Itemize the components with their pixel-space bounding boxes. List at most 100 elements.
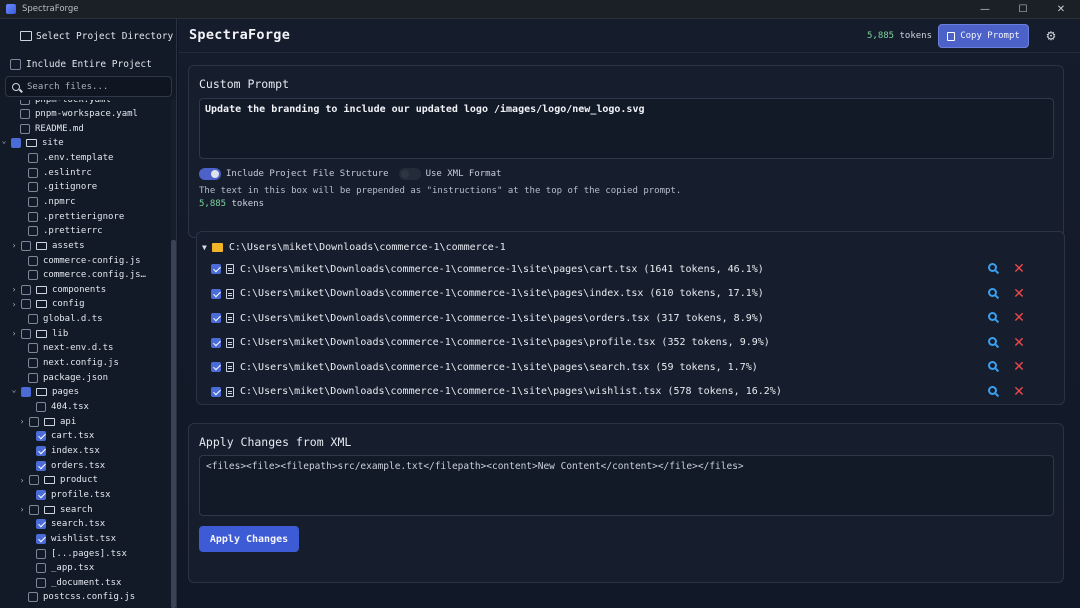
tree-checkbox[interactable]: [28, 167, 38, 178]
file-checkbox[interactable]: [211, 264, 221, 274]
tree-folder[interactable]: › components: [10, 283, 106, 297]
tree-folder[interactable]: › api: [18, 415, 76, 429]
custom-prompt-textarea[interactable]: Update the branding to include our updat…: [199, 98, 1054, 159]
file-checkbox[interactable]: [211, 337, 221, 348]
tree-file[interactable]: .npmrc: [28, 195, 76, 209]
tree-folder[interactable]: › lib: [10, 327, 68, 341]
chevron-down-icon[interactable]: ⌄: [0, 136, 8, 145]
preview-icon[interactable]: [988, 287, 997, 297]
tree-checkbox[interactable]: [28, 211, 38, 222]
tree-folder[interactable]: › search: [18, 503, 93, 517]
tree-file[interactable]: commerce.config.json: [28, 268, 147, 282]
sidebar-scrollbar[interactable]: [171, 100, 176, 608]
tree-file[interactable]: next.config.js: [28, 356, 119, 370]
tree-folder[interactable]: › config: [10, 297, 85, 311]
tree-folder[interactable]: › product: [18, 473, 98, 487]
chevron-right-icon[interactable]: ›: [18, 476, 26, 485]
tree-file[interactable]: wishlist.tsx: [36, 532, 116, 546]
select-directory-button[interactable]: Select Project Directory: [20, 27, 197, 45]
tree-checkbox[interactable]: [21, 299, 31, 310]
gear-icon[interactable]: ⚙: [1044, 29, 1058, 43]
tree-file[interactable]: postcss.config.js: [28, 590, 135, 604]
tree-file[interactable]: .eslintrc: [28, 166, 92, 180]
tree-checkbox[interactable]: [28, 196, 38, 207]
tree-file[interactable]: _document.tsx: [36, 576, 121, 590]
remove-icon[interactable]: ✕: [1012, 262, 1026, 276]
xml-textarea[interactable]: <files><file><filepath>src/example.txt</…: [199, 455, 1054, 516]
tree-file[interactable]: global.d.ts: [28, 312, 103, 326]
preview-icon[interactable]: [988, 385, 997, 395]
tree-file[interactable]: .prettierignore: [28, 210, 124, 224]
tree-file[interactable]: _app.tsx: [36, 561, 94, 575]
preview-icon[interactable]: [988, 336, 997, 346]
tree-folder[interactable]: ⌄ pages: [10, 385, 79, 399]
chevron-right-icon[interactable]: ›: [10, 241, 18, 250]
tree-file[interactable]: .gitignore: [28, 180, 97, 194]
tree-checkbox[interactable]: [36, 431, 46, 442]
preview-icon[interactable]: [988, 361, 997, 370]
maximize-button[interactable]: ☐: [1004, 0, 1042, 19]
tree-checkbox[interactable]: [29, 475, 39, 486]
collapse-triangle-icon[interactable]: ▼: [202, 243, 207, 252]
tree-file[interactable]: next-env.d.ts: [28, 341, 113, 355]
tree-checkbox[interactable]: [36, 489, 46, 500]
apply-changes-button[interactable]: Apply Changes: [199, 526, 299, 552]
tree-checkbox[interactable]: [28, 182, 38, 193]
xml-format-toggle[interactable]: [398, 168, 421, 180]
search-input[interactable]: [27, 81, 167, 92]
tree-file[interactable]: 404.tsx: [36, 400, 89, 414]
include-structure-toggle[interactable]: [199, 168, 221, 180]
tree-checkbox[interactable]: [36, 563, 46, 574]
tree-checkbox[interactable]: [28, 270, 38, 281]
tree-checkbox[interactable]: [28, 255, 38, 266]
tree-checkbox[interactable]: [20, 100, 30, 105]
file-checkbox[interactable]: [211, 288, 221, 299]
tree-file[interactable]: orders.tsx: [36, 459, 105, 473]
tree-checkbox[interactable]: [20, 109, 30, 119]
tree-file[interactable]: cart.tsx: [36, 429, 94, 443]
file-checkbox[interactable]: [211, 386, 221, 397]
file-checkbox[interactable]: [211, 313, 221, 323]
tree-checkbox[interactable]: [36, 577, 46, 588]
tree-file[interactable]: [...pages].tsx: [36, 547, 127, 561]
tree-checkbox[interactable]: [21, 284, 31, 295]
tree-file[interactable]: package.json: [28, 371, 108, 385]
tree-folder[interactable]: ⌄ site: [0, 136, 64, 150]
tree-file[interactable]: profile.tsx: [36, 488, 111, 502]
tree-file[interactable]: README.md: [20, 122, 84, 136]
tree-checkbox[interactable]: [28, 343, 38, 354]
tree-file[interactable]: .prettierrc: [28, 224, 103, 238]
preview-icon[interactable]: [988, 263, 997, 272]
tree-checkbox[interactable]: [28, 226, 38, 237]
tree-file[interactable]: search.tsx: [36, 517, 105, 531]
tree-file[interactable]: commerce-config.js: [28, 254, 141, 268]
tree-checkbox[interactable]: [20, 123, 30, 134]
chevron-right-icon[interactable]: ›: [10, 329, 18, 338]
chevron-right-icon[interactable]: ›: [18, 505, 26, 514]
remove-icon[interactable]: ✕: [1012, 311, 1026, 325]
file-checkbox[interactable]: [211, 362, 221, 372]
tree-checkbox[interactable]: [28, 592, 38, 603]
tree-checkbox[interactable]: [28, 314, 38, 325]
tree-checkbox[interactable]: [36, 533, 46, 544]
tree-checkbox[interactable]: [11, 138, 21, 149]
chevron-right-icon[interactable]: ›: [18, 417, 26, 426]
tree-file[interactable]: .env.template: [28, 151, 113, 165]
chevron-right-icon[interactable]: ›: [10, 300, 18, 309]
preview-icon[interactable]: [988, 312, 997, 321]
tree-folder[interactable]: › assets: [10, 239, 85, 253]
minimize-button[interactable]: —: [966, 0, 1004, 19]
remove-icon[interactable]: ✕: [1012, 385, 1026, 399]
chevron-down-icon[interactable]: ⌄: [10, 385, 18, 394]
root-folder-row[interactable]: ▼ C:\Users\miket\Downloads\commerce-1\co…: [202, 240, 506, 254]
tree-checkbox[interactable]: [29, 416, 39, 427]
tree-checkbox[interactable]: [36, 548, 46, 559]
tree-file[interactable]: index.tsx: [36, 444, 100, 458]
tree-checkbox[interactable]: [36, 402, 46, 412]
tree-checkbox[interactable]: [21, 240, 31, 251]
include-entire-project-checkbox[interactable]: [10, 58, 21, 70]
tree-checkbox[interactable]: [28, 358, 38, 369]
tree-checkbox[interactable]: [36, 519, 46, 530]
tree-checkbox[interactable]: [21, 387, 31, 398]
chevron-right-icon[interactable]: ›: [10, 285, 18, 294]
